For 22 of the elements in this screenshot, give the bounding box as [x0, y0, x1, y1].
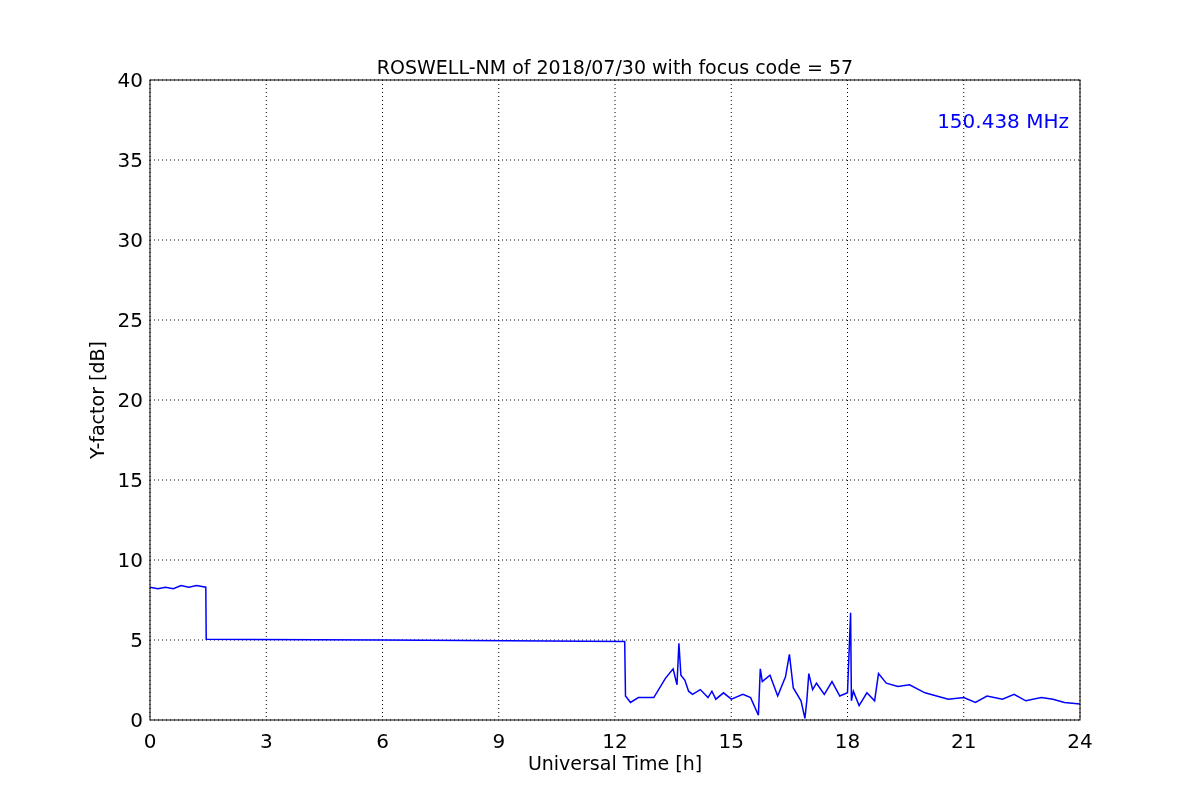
- chart-title: ROSWELL-NM of 2018/07/30 with focus code = 57: [376, 56, 854, 78]
- x-tick-label: 24: [1067, 729, 1093, 753]
- y-tick-label: 40: [117, 68, 143, 92]
- y-tick-label: 0: [130, 708, 143, 732]
- y-tick-label: 30: [117, 228, 143, 252]
- x-tick-label: 3: [259, 729, 273, 753]
- y-tick-label: 25: [117, 308, 143, 332]
- x-axis-label: Universal Time [h]: [527, 752, 703, 774]
- x-tick-label: 9: [492, 729, 506, 753]
- y-tick-label: 5: [130, 628, 143, 652]
- y-tick-label: 20: [117, 388, 143, 412]
- x-tick-label: 12: [602, 729, 628, 753]
- x-tick-label: 15: [718, 729, 744, 753]
- y-tick-label: 15: [117, 468, 143, 492]
- y-tick-label: 35: [117, 148, 143, 172]
- x-tick-label: 6: [376, 729, 389, 753]
- x-tick-label: 21: [951, 729, 977, 753]
- x-tick-label: 18: [834, 729, 861, 753]
- y-axis-label: Y-factor [dB]: [86, 341, 108, 459]
- y-tick-label: 10: [117, 548, 143, 572]
- series-label: 150.438 MHz: [937, 109, 1069, 133]
- x-tick-label: 0: [143, 729, 157, 753]
